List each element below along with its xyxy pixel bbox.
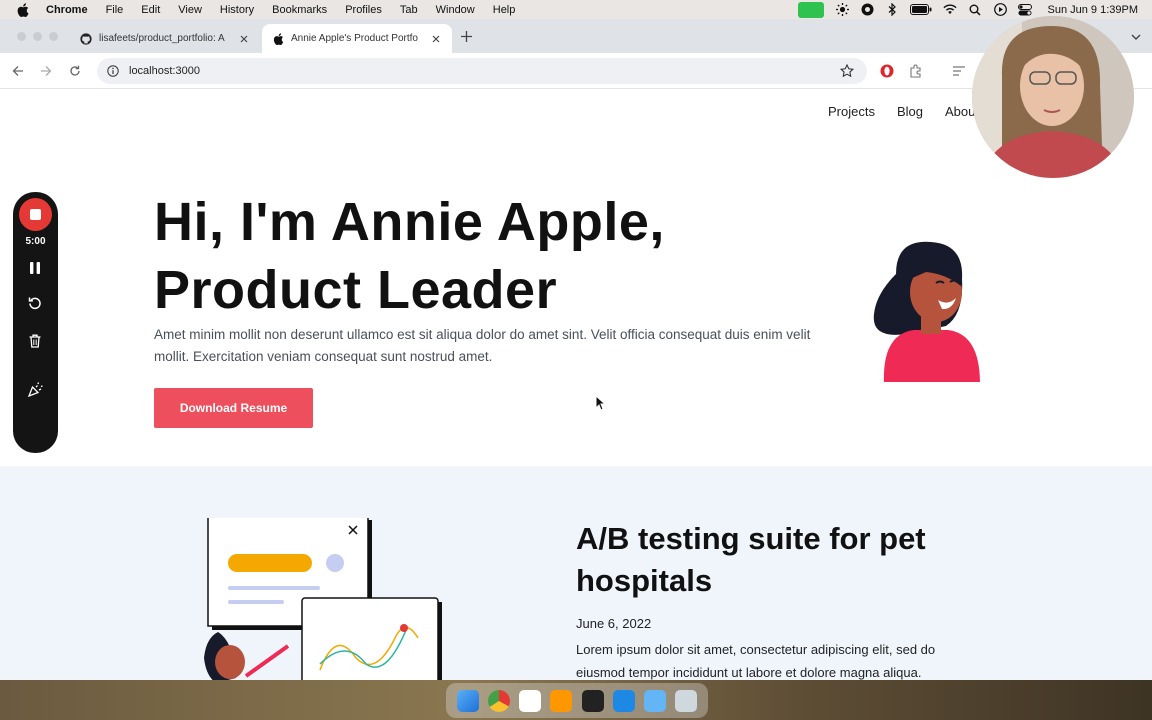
finder-icon[interactable]: [456, 689, 479, 712]
site-info-icon[interactable]: [106, 64, 120, 78]
project-description: Lorem ipsum dolor sit amet, consectetur …: [576, 642, 936, 680]
trash-icon[interactable]: [25, 331, 45, 351]
stop-icon: [30, 209, 41, 220]
menu-file[interactable]: File: [106, 4, 124, 16]
projects-section: A/B testing suite for pet hospitals June…: [0, 466, 1152, 680]
project-date: June 6, 2022: [576, 616, 652, 631]
reload-icon[interactable]: [66, 62, 84, 80]
trash-bin-icon[interactable]: [675, 689, 698, 712]
menu-history[interactable]: History: [220, 4, 254, 16]
brightness-icon[interactable]: [835, 3, 849, 17]
hero-title-line-2: Product Leader: [154, 260, 558, 320]
menu-edit[interactable]: Edit: [141, 4, 160, 16]
hero-title-line-1: Hi, I'm Annie Apple,: [154, 192, 665, 252]
back-arrow-icon[interactable]: [9, 62, 27, 80]
web-page: Projects Blog About Hi, I'm Annie Apple,…: [0, 90, 1152, 680]
window-minimize-button[interactable]: [33, 32, 42, 41]
opera-extension-icon[interactable]: [878, 62, 896, 80]
hero-title: Hi, I'm Annie Apple, Product Leader: [154, 188, 794, 324]
menu-view[interactable]: View: [178, 4, 202, 16]
pause-icon[interactable]: [25, 258, 45, 278]
stop-recording-button[interactable]: [19, 198, 52, 231]
menu-bookmarks[interactable]: Bookmarks: [272, 4, 327, 16]
tab-title: lisafeets/product_portfolio: A: [99, 33, 225, 44]
avatar-illustration: [873, 241, 980, 382]
wifi-icon[interactable]: [943, 3, 958, 17]
project-title[interactable]: A/B testing suite for pet hospitals: [576, 518, 996, 602]
menu-profiles[interactable]: Profiles: [345, 4, 382, 16]
menu-bar-clock[interactable]: Sun Jun 9 1:39PM: [1047, 4, 1138, 16]
site-nav: Projects Blog About: [828, 104, 979, 119]
webcam-overlay[interactable]: [972, 16, 1134, 178]
address-bar[interactable]: [97, 58, 867, 84]
puzzle-extensions-icon[interactable]: [907, 62, 925, 80]
nav-projects[interactable]: Projects: [828, 104, 875, 119]
hero-description: Amet minim mollit non deserunt ullamco e…: [154, 327, 811, 364]
battery-icon[interactable]: [910, 3, 932, 17]
restart-icon[interactable]: [25, 293, 45, 313]
confetti-draw-icon[interactable]: [25, 379, 45, 399]
bluetooth-icon[interactable]: [885, 3, 899, 17]
screen-recorder-widget: 5:00: [13, 192, 58, 453]
forward-arrow-icon[interactable]: [37, 62, 55, 80]
sublime-text-icon[interactable]: [550, 689, 573, 712]
chrome-icon[interactable]: [487, 689, 510, 712]
downloads-folder-icon[interactable]: [644, 689, 667, 712]
control-center-icon[interactable]: [1018, 3, 1033, 17]
reading-list-icon[interactable]: [950, 62, 968, 80]
nav-blog[interactable]: Blog: [897, 104, 923, 119]
tab-github[interactable]: lisafeets/product_portfolio: A: [70, 24, 260, 53]
slack-icon[interactable]: [519, 689, 542, 712]
record-status-icon[interactable]: [860, 3, 874, 17]
menu-window[interactable]: Window: [436, 4, 475, 16]
bookmark-star-icon[interactable]: [839, 63, 855, 79]
video-camera-icon[interactable]: [798, 1, 825, 18]
tab-portfolio[interactable]: Annie Apple's Product Portfo: [262, 24, 452, 53]
apple-icon: [272, 32, 284, 45]
recording-timer: 5:00: [25, 236, 46, 247]
tab-title: Annie Apple's Product Portfo: [291, 33, 418, 44]
menu-bar-status-area: Sun Jun 9 1:39PM: [798, 0, 1138, 19]
download-resume-button[interactable]: Download Resume: [154, 388, 313, 428]
menu-help[interactable]: Help: [493, 4, 516, 16]
play-circle-icon[interactable]: [993, 3, 1007, 17]
vscode-icon[interactable]: [612, 689, 635, 712]
mouse-cursor-icon: [595, 395, 607, 411]
macos-menu-bar: Chrome File Edit View History Bookmarks …: [0, 0, 1152, 19]
window-zoom-button[interactable]: [49, 32, 58, 41]
spotlight-search-icon[interactable]: [968, 3, 982, 17]
tab-close-icon[interactable]: [238, 33, 250, 45]
new-tab-plus-icon[interactable]: [459, 29, 473, 43]
apple-menu-icon[interactable]: [16, 2, 30, 17]
url-input[interactable]: [129, 65, 729, 77]
menu-tab[interactable]: Tab: [400, 4, 418, 16]
tab-search-chevron-icon[interactable]: [1128, 29, 1144, 45]
tab-close-icon[interactable]: [430, 33, 442, 45]
github-icon: [80, 32, 92, 45]
tab-strip: lisafeets/product_portfolio: A Annie App…: [0, 19, 1152, 53]
menu-app-name[interactable]: Chrome: [46, 4, 88, 16]
window-close-button[interactable]: [17, 32, 26, 41]
macos-dock: [446, 683, 708, 718]
terminal-icon[interactable]: [581, 689, 604, 712]
project-illustration: [204, 518, 442, 680]
